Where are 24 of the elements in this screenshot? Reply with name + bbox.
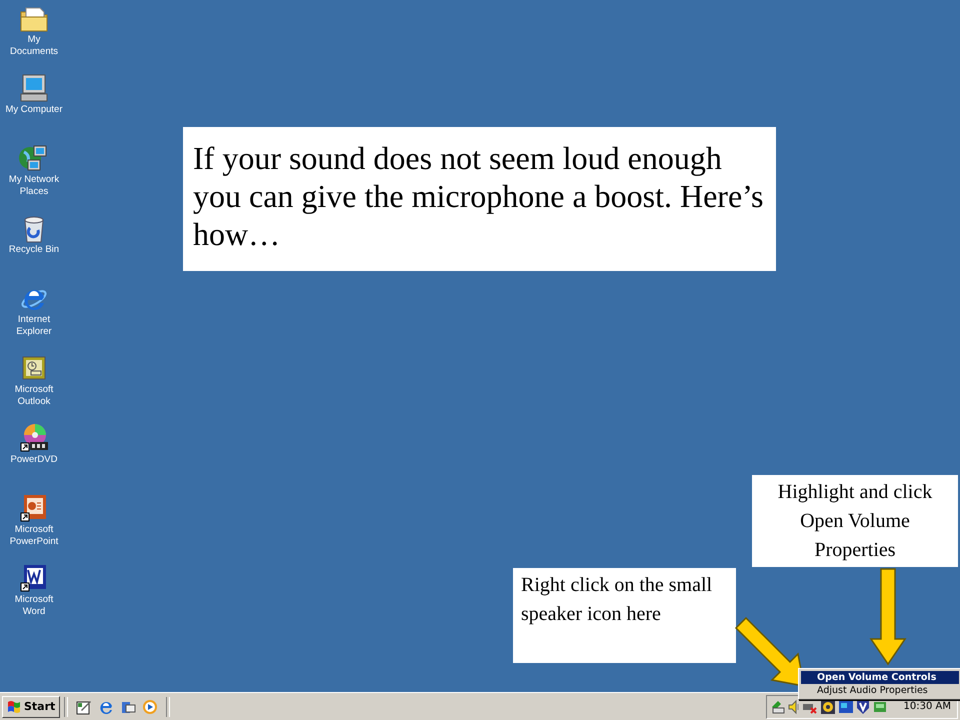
icon-label[interactable]: My Network Places: [3, 174, 65, 198]
callout-text: Right click on the small speaker icon here: [513, 568, 736, 663]
network-drive-icon[interactable]: [770, 698, 786, 714]
disc-film-icon[interactable]: [18, 422, 50, 454]
callout-text: If your sound does not seem loud enough you can give the microphone a boost. Here’s how…: [183, 127, 776, 271]
icon-label[interactable]: Microsoft Outlook: [3, 384, 65, 408]
clock-time: 10:30 AM: [904, 701, 951, 712]
start-button[interactable]: Start: [2, 696, 60, 718]
menu-item[interactable]: Open Volume Controls: [801, 671, 959, 684]
windows-logo-icon: [7, 700, 21, 714]
icon-label[interactable]: Recycle Bin: [3, 244, 65, 256]
icon-label[interactable]: My Computer: [3, 104, 65, 116]
icon-label[interactable]: Microsoft Word: [3, 594, 65, 618]
media-player-icon[interactable]: [142, 698, 158, 714]
desktop-icon[interactable]: [76, 698, 92, 714]
icon-label[interactable]: PowerDVD: [3, 454, 65, 466]
icon-label[interactable]: Microsoft PowerPoint: [3, 524, 65, 548]
icon-label[interactable]: My Documents: [3, 34, 65, 58]
computer-icon[interactable]: [18, 72, 50, 104]
speaker-icon[interactable]: [788, 698, 800, 714]
menu-item[interactable]: Adjust Audio Properties: [801, 684, 959, 697]
icon-label[interactable]: Internet Explorer: [3, 314, 65, 338]
callout-text: Highlight and click Open Volume Properties: [752, 475, 958, 567]
window-icon[interactable]: [838, 698, 854, 714]
